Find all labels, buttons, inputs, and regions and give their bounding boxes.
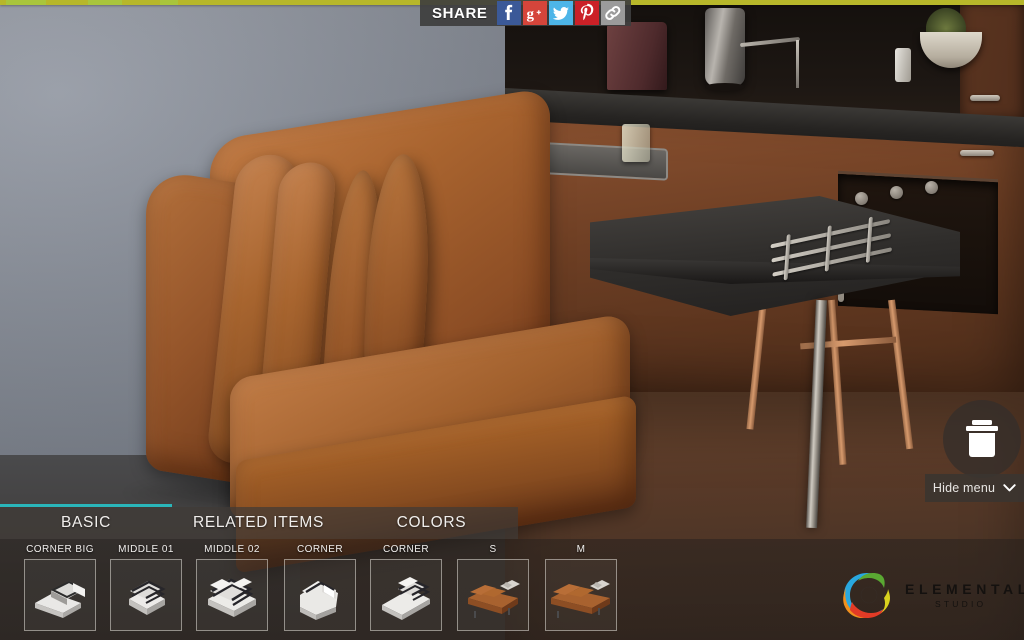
tab-basic[interactable]: BASIC <box>0 514 172 532</box>
corner-sofa-a-icon <box>300 581 338 620</box>
module-preview <box>196 559 268 631</box>
google-plus-share-icon[interactable]: g <box>522 1 547 25</box>
sofa-medium-icon <box>551 580 610 618</box>
tab-related-items[interactable]: RELATED ITEMS <box>172 514 345 532</box>
potted-plant <box>926 8 966 34</box>
copy-link-icon[interactable] <box>600 1 625 25</box>
module-preview <box>24 559 96 631</box>
faucet <box>796 40 799 88</box>
module-thumb-sofa-m[interactable]: M <box>545 543 617 631</box>
middle-02-sofa-icon <box>208 578 256 617</box>
module-preview <box>110 559 182 631</box>
corner-big-sofa-icon <box>35 580 86 618</box>
hide-menu-toggle[interactable]: Hide menu <box>925 474 1024 502</box>
brand-logo: ELEMENTALS STUDIO <box>840 570 1024 620</box>
module-thumb-sofa-s[interactable]: S <box>457 543 529 631</box>
module-label: S <box>489 544 497 555</box>
module-preview <box>284 559 356 631</box>
oven-knob <box>855 192 868 205</box>
twitter-share-icon[interactable] <box>548 1 573 25</box>
cabinet-handle <box>970 95 1000 101</box>
module-thumb-middle-01[interactable]: MIDDLE 01 <box>110 543 182 631</box>
elementals-swirl-icon <box>843 573 890 618</box>
brand-subtitle: STUDIO <box>935 598 987 609</box>
module-label: CORNER <box>382 544 430 555</box>
hide-menu-label: Hide menu <box>932 481 996 495</box>
module-preview <box>545 559 617 631</box>
configurator-app: SHARE g Hide menu BASIC RELATED ITEMS CO… <box>0 0 1024 640</box>
sofa-small-icon <box>468 580 520 618</box>
module-label: CORNER <box>296 544 344 555</box>
brand-name: ELEMENTALS <box>905 580 1024 597</box>
module-label: CORNER BIG <box>26 544 94 555</box>
share-label: SHARE <box>432 4 488 22</box>
delete-button[interactable] <box>943 400 1021 478</box>
category-tab-bar: BASIC RELATED ITEMS COLORS <box>0 507 518 539</box>
middle-01-sofa-icon <box>129 580 166 615</box>
facebook-share-icon[interactable] <box>496 1 521 25</box>
module-thumb-corner-a[interactable]: CORNER <box>284 543 356 631</box>
module-thumb-corner-big[interactable]: CORNER BIG <box>24 543 96 631</box>
module-preview <box>370 559 442 631</box>
oven-knob <box>925 181 938 194</box>
kettle-appliance <box>705 8 745 91</box>
module-label: MIDDLE 01 <box>118 544 174 555</box>
module-label: M <box>576 544 586 555</box>
module-preview <box>457 559 529 631</box>
tab-colors[interactable]: COLORS <box>345 514 518 532</box>
trash-icon <box>966 420 998 457</box>
sectional-sofa-model[interactable] <box>140 87 660 574</box>
soap-dispenser <box>895 48 911 82</box>
module-thumb-middle-02[interactable]: MIDDLE 02 <box>196 543 268 631</box>
toaster-appliance <box>607 22 667 90</box>
oven-knob <box>890 186 903 199</box>
chevron-down-icon <box>1003 484 1016 492</box>
cabinet-handle <box>960 150 994 156</box>
module-thumb-corner-b[interactable]: CORNER <box>370 543 442 631</box>
share-bar: SHARE g <box>420 0 631 26</box>
module-label: MIDDLE 02 <box>204 544 260 555</box>
svg-text:g: g <box>526 7 534 23</box>
corner-sofa-b-icon <box>382 577 431 620</box>
pinterest-share-icon[interactable] <box>574 1 599 25</box>
